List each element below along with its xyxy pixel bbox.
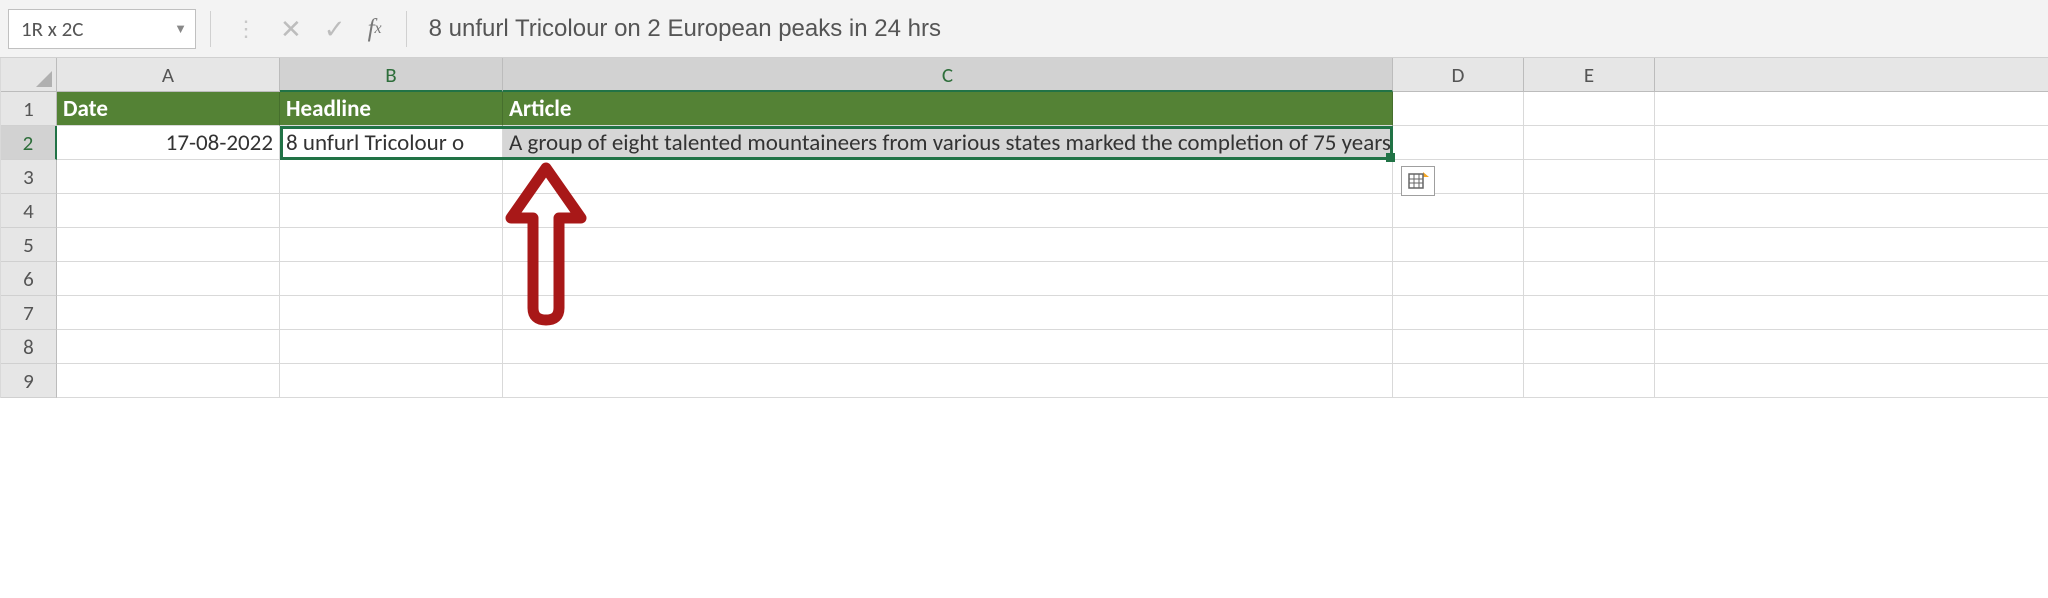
cell-D7[interactable]	[1393, 296, 1524, 330]
cell-extra4[interactable]	[1655, 194, 2048, 228]
cell-C4[interactable]	[503, 194, 1393, 228]
name-box-value: 1R x 2C	[21, 16, 83, 42]
formula-bar: 1R x 2C ▼ ⋮ ✕ ✓ fx	[0, 0, 2048, 58]
col-head-E[interactable]: E	[1524, 58, 1655, 92]
cell-extra7[interactable]	[1655, 296, 2048, 330]
formula-input[interactable]	[421, 9, 2040, 49]
cell-C8[interactable]	[503, 330, 1393, 364]
cell-extra9[interactable]	[1655, 364, 2048, 398]
cell-D1[interactable]	[1393, 92, 1524, 126]
cell-extra6[interactable]	[1655, 262, 2048, 296]
row-head-3[interactable]: 3	[1, 160, 57, 194]
cell-B7[interactable]	[280, 296, 503, 330]
cell-C3[interactable]	[503, 160, 1393, 194]
enter-icon[interactable]: ✓	[324, 13, 346, 45]
cell-A2[interactable]: 17-08-2022	[57, 126, 280, 160]
cell-E1[interactable]	[1524, 92, 1655, 126]
select-all-corner[interactable]	[1, 58, 57, 92]
cell-E5[interactable]	[1524, 228, 1655, 262]
cell-A6[interactable]	[57, 262, 280, 296]
cell-C2[interactable]: A group of eight talented mountaineers f…	[503, 126, 1393, 160]
row-head-1[interactable]: 1	[1, 92, 57, 126]
cell-extra2[interactable]	[1655, 126, 2048, 160]
cell-E2[interactable]	[1524, 126, 1655, 160]
cell-C6[interactable]	[503, 262, 1393, 296]
divider	[406, 11, 407, 47]
col-head-B[interactable]: B	[280, 58, 503, 92]
cell-A7[interactable]	[57, 296, 280, 330]
col-head-extra[interactable]	[1655, 58, 2048, 92]
quick-analysis-button[interactable]	[1401, 166, 1435, 196]
cell-E6[interactable]	[1524, 262, 1655, 296]
row-head-5[interactable]: 5	[1, 228, 57, 262]
name-box[interactable]: 1R x 2C ▼	[8, 9, 196, 49]
divider	[210, 11, 211, 47]
col-head-D[interactable]: D	[1393, 58, 1524, 92]
cell-B5[interactable]	[280, 228, 503, 262]
cell-D8[interactable]	[1393, 330, 1524, 364]
cell-E7[interactable]	[1524, 296, 1655, 330]
cell-E3[interactable]	[1524, 160, 1655, 194]
cell-A4[interactable]	[57, 194, 280, 228]
col-head-A[interactable]: A	[57, 58, 280, 92]
fx-icon[interactable]: fx	[368, 15, 382, 43]
cancel-icon[interactable]: ✕	[280, 13, 302, 45]
cell-B2-value: 8 unfurl Tricolour o	[286, 129, 464, 157]
col-head-C[interactable]: C	[503, 58, 1393, 92]
cell-E9[interactable]	[1524, 364, 1655, 398]
cell-B8[interactable]	[280, 330, 503, 364]
cell-A3[interactable]	[57, 160, 280, 194]
cell-D4[interactable]	[1393, 194, 1524, 228]
header-cell-article[interactable]: Article	[503, 92, 1393, 126]
cell-C9[interactable]	[503, 364, 1393, 398]
spreadsheet-grid[interactable]: A B C D E 1 Date Headline Article 2 17-0…	[0, 58, 2048, 398]
chevron-down-icon[interactable]: ▼	[174, 21, 187, 37]
cell-C7[interactable]	[503, 296, 1393, 330]
drag-handle-icon: ⋮	[235, 25, 258, 33]
cell-D5[interactable]	[1393, 228, 1524, 262]
cell-C5[interactable]	[503, 228, 1393, 262]
cell-B3[interactable]	[280, 160, 503, 194]
cell-extra3[interactable]	[1655, 160, 2048, 194]
header-cell-headline[interactable]: Headline	[280, 92, 503, 126]
cell-E8[interactable]	[1524, 330, 1655, 364]
formula-bar-buttons: ⋮ ✕ ✓ fx	[225, 13, 392, 45]
cell-extra5[interactable]	[1655, 228, 2048, 262]
cell-E4[interactable]	[1524, 194, 1655, 228]
cell-extra1[interactable]	[1655, 92, 2048, 126]
row-head-2[interactable]: 2	[1, 126, 57, 160]
row-head-8[interactable]: 8	[1, 330, 57, 364]
cell-A5[interactable]	[57, 228, 280, 262]
row-head-6[interactable]: 6	[1, 262, 57, 296]
cell-B4[interactable]	[280, 194, 503, 228]
cell-D6[interactable]	[1393, 262, 1524, 296]
cell-B9[interactable]	[280, 364, 503, 398]
cell-B6[interactable]	[280, 262, 503, 296]
cell-D2[interactable]	[1393, 126, 1524, 160]
row-head-7[interactable]: 7	[1, 296, 57, 330]
header-cell-date[interactable]: Date	[57, 92, 280, 126]
row-head-4[interactable]: 4	[1, 194, 57, 228]
cell-D9[interactable]	[1393, 364, 1524, 398]
cell-B2[interactable]: 8 unfurl Tricolour o	[280, 126, 503, 160]
cell-A8[interactable]	[57, 330, 280, 364]
cell-extra8[interactable]	[1655, 330, 2048, 364]
cell-A9[interactable]	[57, 364, 280, 398]
row-head-9[interactable]: 9	[1, 364, 57, 398]
cell-C2-value: A group of eight talented mountaineers f…	[509, 129, 1467, 157]
